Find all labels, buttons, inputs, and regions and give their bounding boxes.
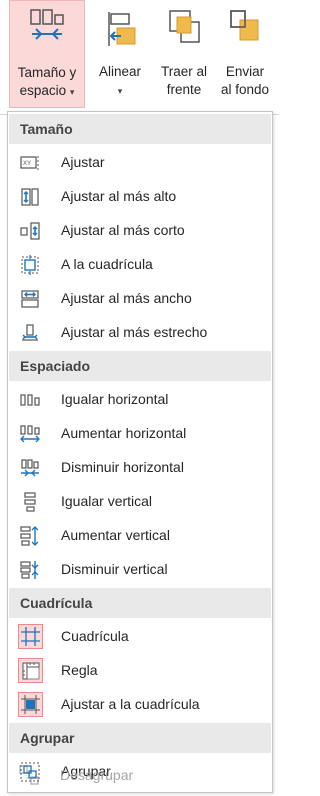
menu-item-equal-vertical[interactable]: Igualar vertical [9,484,271,518]
bring-to-front-label-2: frente [166,82,202,97]
send-to-back-label-2: al fondo [220,82,270,97]
ribbon-arrange-group: Tamaño y espacio ▾ Alinear ▾ Traer al fr… [0,0,279,115]
size-spacing-dropdown-menu: Tamaño XY Ajustar Ajustar al más alto Aj… [7,111,273,793]
menu-item-increase-horizontal[interactable]: Aumentar horizontal [9,416,271,450]
fit-narrowest-icon [22,324,38,341]
menu-item-label: Ajustar al más ancho [61,290,192,306]
menu-item-decrease-horizontal[interactable]: Disminuir horizontal [9,450,271,484]
size-and-spacing-button[interactable]: Tamaño y espacio ▾ [9,0,85,108]
menu-item-ungroup-row[interactable]: Desagrupar [8,758,272,792]
fit-icon: XY [20,156,39,170]
equal-horizontal-icon [20,394,40,406]
menu-item-label: A la cuadrícula [61,256,153,272]
menu-item-decrease-vertical[interactable]: Disminuir vertical [9,552,271,586]
section-header-group: Agrupar [9,723,271,753]
grid-icon [21,627,40,646]
align-label: Alinear [98,64,142,79]
menu-item-fit-widest[interactable]: Ajustar al más ancho [9,281,271,315]
equal-vertical-icon [24,492,36,512]
menu-item-grid[interactable]: Cuadrícula [9,619,271,653]
menu-item-label: Ajustar al más estrecho [61,324,208,340]
chevron-down-icon: ▾ [117,86,123,96]
menu-item-label: Desagrupar [60,767,134,783]
fit-tallest-icon [21,188,39,206]
menu-item-label: Disminuir vertical [61,561,168,577]
ruler-toggle-checked [18,658,43,683]
send-to-back-icon [230,10,259,41]
menu-item-label: Ajustar al más alto [61,188,177,204]
menu-item-increase-vertical[interactable]: Aumentar vertical [9,518,271,552]
bring-to-front-icon [169,10,200,43]
menu-item-snap-to-grid[interactable]: Ajustar a la cuadrícula [9,687,271,721]
menu-item-fit-shortest[interactable]: Ajustar al más corto [9,213,271,247]
increase-vertical-icon [20,526,39,546]
menu-item-label: Ajustar al más corto [61,222,185,238]
increase-horizontal-icon [20,425,40,443]
ruler-icon [22,662,40,680]
menu-item-fit[interactable]: XY Ajustar [9,145,271,179]
align-icon [108,12,136,46]
grid-toggle-checked [18,624,43,649]
menu-item-label: Igualar horizontal [61,391,169,407]
menu-item-ruler[interactable]: Regla [9,653,271,687]
chevron-down-icon: ▾ [69,87,75,97]
to-grid-icon [21,255,39,275]
menu-item-label: Ajustar a la cuadrícula [61,696,200,712]
snap-to-grid-toggle-checked [18,692,43,717]
bring-to-front-button[interactable]: Traer al frente [153,0,215,108]
decrease-horizontal-icon [21,459,39,477]
align-button[interactable]: Alinear ▾ [89,0,151,108]
size-spacing-icon [30,9,64,40]
menu-item-fit-tallest[interactable]: Ajustar al más alto [9,179,271,213]
menu-item-equal-horizontal[interactable]: Igualar horizontal [9,382,271,416]
size-spacing-label-2: espacio [19,83,67,98]
menu-item-label: Ajustar [61,154,105,170]
menu-item-label: Cuadrícula [61,628,129,644]
section-header-size: Tamaño [9,114,271,144]
ungroup-icon [19,765,39,785]
fit-shortest-icon [20,222,40,240]
send-to-back-button[interactable]: Enviar al fondo [214,0,276,108]
decrease-vertical-icon [20,561,39,579]
menu-item-label: Disminuir horizontal [61,459,184,475]
snap-to-grid-icon [21,695,40,714]
size-spacing-label-1: Tamaño y [17,65,77,80]
menu-item-label: Aumentar vertical [61,527,170,543]
bring-to-front-label-1: Traer al [160,64,207,79]
section-header-spacing: Espaciado [9,351,271,381]
menu-item-label: Regla [61,662,98,678]
menu-item-to-grid[interactable]: A la cuadrícula [9,247,271,281]
menu-item-label: Igualar vertical [61,493,153,509]
fit-widest-icon [21,290,39,308]
section-header-grid: Cuadrícula [9,588,271,618]
menu-item-fit-narrowest[interactable]: Ajustar al más estrecho [9,315,271,349]
menu-item-label: Aumentar horizontal [61,425,187,441]
send-to-back-label-1: Enviar [225,64,265,79]
svg-text:XY: XY [23,161,31,167]
